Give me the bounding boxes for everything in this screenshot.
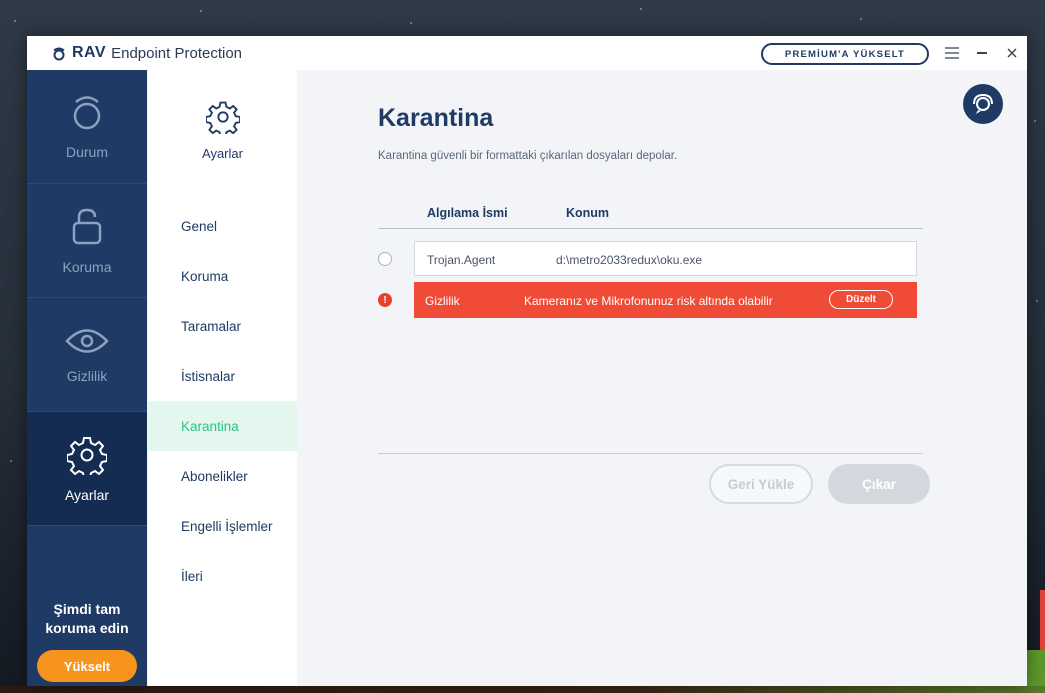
file-path: d:\metro2033redux\oku.exe [556,253,703,267]
eye-icon [65,328,109,353]
alert-title: Gizlilik [425,294,460,308]
close-icon[interactable] [1005,44,1019,62]
promo-line-1: Şimdi tam [53,601,121,617]
row-select-radio[interactable] [378,252,392,266]
logo-product: Endpoint Protection [111,44,243,62]
page-title: Karantina [378,104,494,132]
subnav-item-abonelikler[interactable]: Abonelikler [148,451,297,501]
subnav-header: Ayarlar [148,70,297,190]
support-chat-button[interactable] [963,84,1003,124]
promo-text: Şimdi tam koruma edin [45,600,128,638]
title-bar: RAV Endpoint Protection PREMİUM'A YÜKSEL… [27,36,1027,70]
footer-divider [378,453,923,454]
remove-button[interactable]: Çıkar [828,464,930,504]
subnav-title: Ayarlar [202,145,243,161]
app-window: RAV Endpoint Protection PREMİUM'A YÜKSEL… [27,36,1027,686]
app-logo: RAV Endpoint Protection [52,44,242,62]
sidebar-item-label: Ayarlar [64,486,110,503]
subnav-item-istisnalar[interactable]: İstisnalar [148,351,297,401]
desktop-edge-red [1040,590,1045,650]
subnav-item-ileri[interactable]: İleri [148,551,297,601]
fix-button[interactable]: Düzelt [829,290,893,309]
lock-icon [72,208,102,244]
upgrade-button[interactable]: Yükselt [37,650,137,682]
rav-logo-icon [53,47,65,61]
column-header-detection[interactable]: Algılama İsmi [427,206,508,220]
sidebar-item-label: Gizlilik [66,367,108,384]
subnav-item-engelli-islemler[interactable]: Engelli İşlemler [148,501,297,551]
sidebar-item-ayarlar[interactable]: Ayarlar [27,412,147,526]
status-ring-icon [73,95,101,129]
sidebar-item-durum[interactable]: Durum [27,70,147,184]
settings-subnav: Ayarlar Genel Koruma Taramalar İstisnala… [148,70,297,686]
subnav-item-karantina[interactable]: Karantina [148,401,297,451]
upgrade-promo: Şimdi tam koruma edin Yükselt [27,562,147,686]
column-header-location[interactable]: Konum [566,206,609,220]
privacy-alert-banner: Gizlilik Kameranız ve Mikrofonunuz risk … [414,282,917,318]
sidebar-item-gizlilik[interactable]: Gizlilik [27,298,147,412]
quarantine-panel: Karantina Karantina güvenli bir formatta… [298,70,1027,686]
gear-icon [67,436,107,475]
main-sidebar: Durum Koruma Gizlilik Ayarlar Şimdi tam … [27,70,147,686]
minimize-icon[interactable] [975,44,989,62]
table-header-divider [378,228,923,229]
upgrade-premium-button[interactable]: PREMİUM'A YÜKSELT [761,43,929,65]
detection-name: Trojan.Agent [427,253,496,267]
subnav-item-genel[interactable]: Genel [148,201,297,251]
headset-chat-icon [973,93,993,114]
sidebar-item-label: Koruma [62,258,112,275]
sidebar-item-koruma[interactable]: Koruma [27,184,147,298]
subnav-item-koruma[interactable]: Koruma [148,251,297,301]
hamburger-menu-icon[interactable] [943,44,961,62]
subnav-item-taramalar[interactable]: Taramalar [148,301,297,351]
restore-button[interactable]: Geri Yükle [709,464,813,504]
gear-icon [205,101,240,134]
logo-brand: RAV [72,44,107,61]
table-row[interactable]: Trojan.Agent d:\metro2033redux\oku.exe [414,241,917,276]
page-description: Karantina güvenli bir formattaki çıkarıl… [378,150,678,162]
alert-message: Kameranız ve Mikrofonunuz risk altında o… [524,294,773,308]
sidebar-item-label: Durum [65,143,108,160]
desktop-bottom-strip [0,686,1045,693]
alert-icon: ! [378,293,392,307]
promo-line-2: koruma edin [45,620,129,636]
